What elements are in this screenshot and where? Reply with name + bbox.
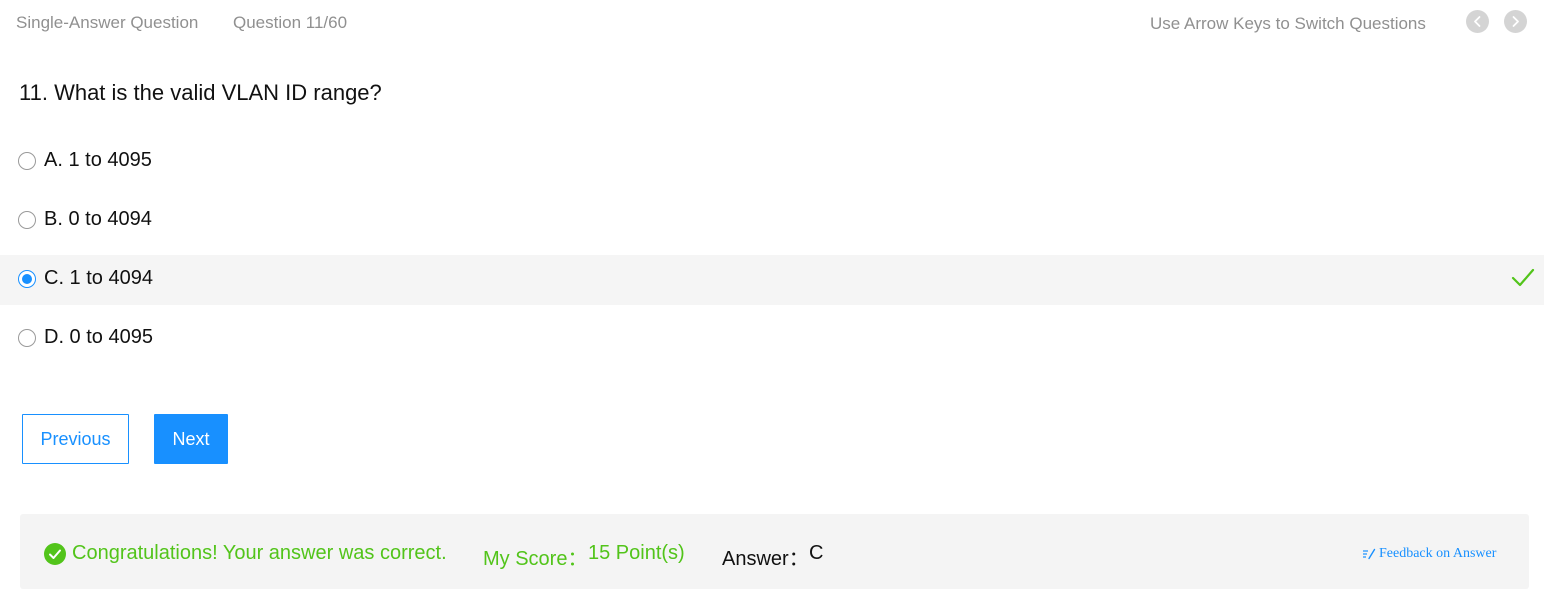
option-c[interactable]: C. 1 to 4094	[0, 255, 1544, 305]
option-label: D. 0 to 4095	[44, 326, 153, 348]
result-message: Congratulations! Your answer was correct…	[72, 542, 447, 564]
feedback-link-label: Feedback on Answer	[1379, 546, 1497, 561]
option-a[interactable]: A. 1 to 4095	[0, 137, 1544, 187]
score-label: My Score：	[483, 548, 588, 570]
question-stem: 11. What is the valid VLAN ID range?	[19, 80, 382, 105]
chevron-left-icon	[1474, 16, 1481, 27]
checkmark-icon	[1511, 268, 1535, 287]
previous-question-button[interactable]	[1466, 10, 1489, 33]
next-question-button[interactable]	[1504, 10, 1527, 33]
option-label: A. 1 to 4095	[44, 149, 152, 171]
option-d[interactable]: D. 0 to 4095	[0, 314, 1544, 364]
answer-value: C	[809, 542, 824, 564]
answer-label: Answer：	[722, 548, 809, 570]
option-b[interactable]: B. 0 to 4094	[0, 196, 1544, 246]
radio-button[interactable]	[18, 329, 36, 347]
chevron-right-icon	[1512, 16, 1519, 27]
question-header: Single-Answer Question Question 11/60 Us…	[0, 0, 1544, 46]
option-label: B. 0 to 4094	[44, 208, 152, 230]
score-value: 15 Point(s)	[588, 542, 685, 564]
edit-icon	[1363, 548, 1376, 560]
result-panel: Congratulations! Your answer was correct…	[20, 514, 1529, 589]
previous-button[interactable]: Previous	[22, 414, 129, 464]
next-button[interactable]: Next	[154, 414, 228, 464]
check-circle-icon	[44, 543, 66, 565]
radio-button[interactable]	[18, 211, 36, 229]
radio-button[interactable]	[18, 152, 36, 170]
feedback-link[interactable]: Feedback on Answer	[1362, 546, 1496, 562]
radio-button-selected[interactable]	[18, 270, 36, 288]
option-label: C. 1 to 4094	[44, 267, 153, 289]
question-counter: Question 11/60	[233, 13, 348, 32]
question-type-label: Single-Answer Question	[16, 13, 199, 32]
keyboard-hint: Use Arrow Keys to Switch Questions	[1150, 14, 1426, 33]
